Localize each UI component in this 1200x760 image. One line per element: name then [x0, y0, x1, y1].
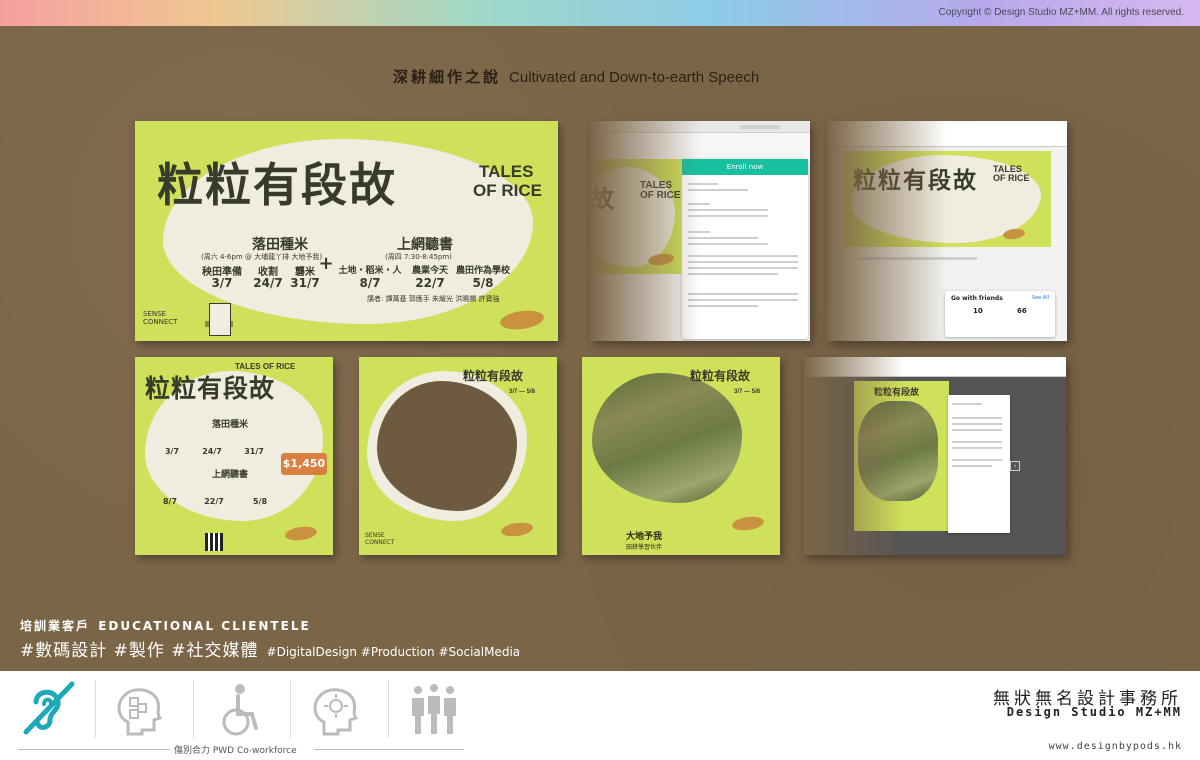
count-2: 66: [1017, 307, 1027, 315]
poster-title-en-2: OF RICE: [473, 181, 542, 200]
studio-name-en: Design Studio MZ+MM: [1006, 705, 1182, 719]
square1-sec1-d2: 31/7: [244, 447, 264, 456]
browser-screenshot-2: 粒粒有段故 TALESOF RICE Go with friends See A…: [827, 121, 1067, 341]
s2-item-1-label: 農業今天: [411, 266, 448, 276]
square1-sec2-d2: 5/8: [252, 497, 268, 506]
section2-title: 上網聽書: [397, 237, 453, 253]
s1-item-2-date: 31/7: [290, 276, 320, 290]
poster-square-frame: 粒粒有段故 3/7 — 5/8 SENSE CONNECT: [359, 357, 557, 555]
instagram-comments: [948, 395, 1010, 533]
square1-sec2-d1: 22/7: [204, 497, 224, 506]
s1-item-0-date: 3/7: [211, 276, 233, 290]
poster-square-1: 粒粒有段故 TALES OF RICE 落田種米 3/7 24/7 31/7 上…: [135, 357, 333, 555]
poster-title-zh: 粒粒有段故: [157, 158, 397, 212]
hearing-icon: [18, 680, 78, 738]
poster-title-en-1: TALES: [479, 162, 534, 181]
partner-logo-3: [209, 303, 231, 336]
s2-item-0-label: 土地・稻米・人: [338, 266, 402, 276]
showcase-title: 深耕細作之說 Cultivated and Down-to-earth Speec…: [393, 66, 759, 87]
section1-title: 落田種米: [252, 237, 308, 253]
sense-connect-logo: SENSE CONNECT: [143, 310, 178, 326]
category-en: EDUCATIONAL CLIENTELE: [98, 619, 311, 633]
square3-rice-icon: [731, 514, 765, 533]
square1-sec1: 落田種米: [211, 420, 248, 430]
photo-caption-sub: 田耕學習伙伴: [626, 544, 663, 551]
showcase-title-en: Cultivated and Down-to-earth Speech: [509, 69, 760, 86]
poster-landscape: 粒粒有段故 TALES OF RICE 落田種米 (周六 4-6pm @ 大埔龍…: [135, 121, 558, 341]
top-bar: Copyright © Design Studio MZ+MM. All rig…: [0, 0, 1200, 26]
website-link[interactable]: www.designbypods.hk: [1049, 741, 1182, 752]
tags-zh: #數碼設計 #製作 #社交媒體: [20, 641, 259, 661]
square3-date: 3/7 — 5/8: [734, 389, 761, 395]
square2-rice-icon: [500, 520, 534, 539]
tags: #數碼設計 #製作 #社交媒體 #DigitalDesign #Productio…: [20, 636, 520, 661]
square1-sec2-d0: 8/7: [162, 497, 178, 506]
pwd-label: 傷別合力 PWD Co-workforce: [174, 746, 297, 756]
people-icon: [404, 682, 464, 740]
qr-code-icon: [205, 533, 223, 551]
s1-item-1-date: 24/7: [253, 276, 283, 290]
square1-sec2: 上網聽書: [211, 470, 248, 480]
square1-tales: TALES OF RICE: [235, 362, 296, 371]
square2-title: 粒粒有段故: [463, 369, 524, 383]
s2-item-2-date: 5/8: [472, 276, 494, 290]
farm-photo: [592, 373, 742, 503]
price-badge: $1,450: [281, 453, 327, 475]
section1-sub: (周六 4-6pm @ 大埔龍丫排 大地予我): [201, 253, 323, 261]
category-label: 培訓業客戶 EDUCATIONAL CLIENTELE: [20, 617, 311, 634]
browser-screenshot-3: 粒粒有段故 ›: [804, 357, 1066, 555]
mind-icon: [306, 682, 366, 740]
copyright-text: Copyright © Design Studio MZ+MM. All rig…: [938, 7, 1184, 18]
photo-caption-zh: 大地予我: [626, 532, 663, 542]
see-all-link[interactable]: See All: [1032, 295, 1049, 301]
square1-title: 粒粒有段故: [145, 374, 276, 403]
go-with-friends-label: Go with friends: [951, 295, 1003, 302]
section2-sub: (周四 7:30-8:45pm): [385, 253, 452, 261]
showcase-title-zh: 深耕細作之說: [393, 69, 502, 86]
count-1: 10: [973, 307, 983, 315]
poster-speakers: 講者: 譚萬基 郭應手 朱耀光 洪曉嫻 許寶強: [367, 295, 500, 303]
go-with-friends-card: Go with friends See All 10 66: [945, 291, 1055, 337]
square3-title: 粒粒有段故: [690, 369, 751, 383]
s2-item-2-label: 農田作為學校: [455, 266, 510, 276]
enroll-button[interactable]: Enroll now: [682, 159, 808, 175]
tags-en: #DigitalDesign #Production #SocialMedia: [266, 645, 521, 659]
square1-sec1-d1: 24/7: [202, 447, 222, 456]
browser-screenshot-1: Enroll now 故 TALESOF RICE: [590, 121, 810, 341]
category-zh: 培訓業客戶: [20, 619, 91, 633]
s2-item-1-date: 22/7: [415, 276, 445, 290]
square1-rice-icon: [284, 524, 318, 543]
autism-icon: [110, 682, 170, 740]
square2-date: 3/7 — 5/8: [509, 389, 536, 395]
enroll-card: Enroll now: [682, 159, 808, 339]
rice-grain-icon: [498, 308, 546, 332]
square1-sec1-d0: 3/7: [164, 447, 180, 456]
wheelchair-icon: [210, 682, 270, 740]
s2-item-0-date: 8/7: [359, 276, 381, 290]
poster-square-photo: 粒粒有段故 3/7 — 5/8 大地予我 田耕學習伙伴: [582, 357, 780, 555]
next-arrow-icon[interactable]: ›: [1010, 461, 1020, 471]
square2-sense-connect: SENSE CONNECT: [365, 532, 395, 546]
